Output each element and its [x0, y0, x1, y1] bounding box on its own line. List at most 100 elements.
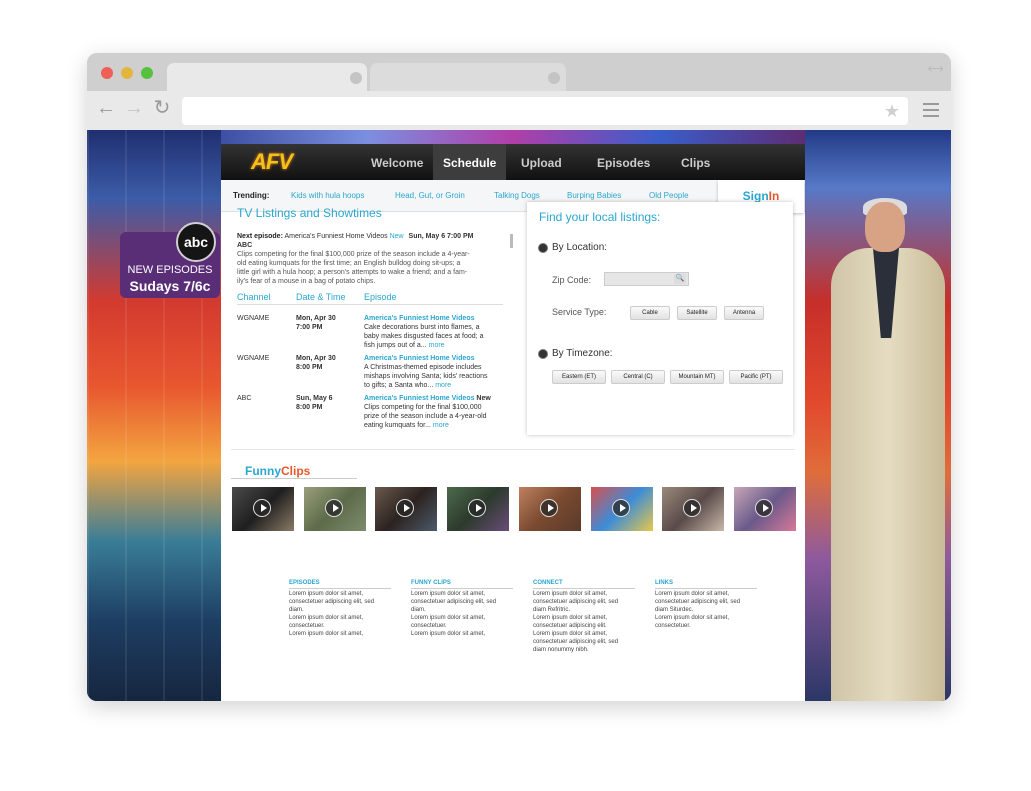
trending-link[interactable]: Old People: [649, 191, 689, 200]
timezone-mountain-button[interactable]: Mountain MT): [670, 370, 724, 384]
footer-line: consectetuer adipiscing elit.: [533, 623, 607, 629]
row-desc-line: A Christmas-themed episode includes: [364, 364, 482, 371]
nav-upload[interactable]: Upload: [511, 144, 572, 180]
trending-link[interactable]: Talking Dogs: [494, 191, 540, 200]
next-episode-label: Next episode:: [237, 233, 283, 240]
next-episode-show: America's Funniest Home Videos: [284, 233, 388, 240]
browser-window: ⤢ ← → ↻ ★ abc NEW EPISODES Sudays 7/6c A…: [87, 53, 951, 701]
more-link[interactable]: more: [433, 422, 449, 429]
clip-thumbnail[interactable]: [734, 487, 796, 531]
row-episode: America's Funniest Home Videos New Clips…: [364, 394, 509, 430]
maximize-window-button[interactable]: [141, 67, 153, 79]
promo-line-1: NEW EPISODES: [127, 264, 213, 276]
row-channel: ABC: [237, 395, 252, 402]
by-location-radio[interactable]: [539, 244, 547, 252]
timezone-eastern-button[interactable]: Eastern (ET): [552, 370, 606, 384]
listings-scrollbar[interactable]: [510, 234, 513, 248]
footer-rule: [655, 588, 757, 589]
row-episode-link[interactable]: America's Funniest Home Videos: [364, 355, 474, 362]
browser-tab-active[interactable]: [167, 63, 367, 91]
col-header-channel: Channel: [237, 292, 271, 302]
browser-tab-bar: ⤢: [87, 53, 951, 91]
address-bar[interactable]: ★: [182, 97, 908, 125]
service-satellite-button[interactable]: Satellite: [677, 306, 717, 320]
col-header-date: Date & Time: [296, 292, 346, 302]
local-listings-title: Find your local listings:: [539, 210, 661, 224]
nav-schedule[interactable]: Schedule: [433, 144, 507, 180]
zip-code-input[interactable]: 🔍: [604, 272, 689, 286]
service-antenna-button[interactable]: Antenna: [724, 306, 764, 320]
nav-episodes[interactable]: Episodes: [587, 144, 660, 180]
back-arrow-icon[interactable]: ←: [95, 97, 117, 119]
footer-line: Lorem ipsum dolor sit amet,: [533, 615, 608, 621]
hamburger-menu-icon[interactable]: [923, 103, 939, 117]
row-channel: WGNAME: [237, 355, 270, 362]
footer-line: diam Refritric.: [533, 607, 571, 613]
trending-link[interactable]: Kids with hula hoops: [291, 191, 364, 200]
refresh-icon[interactable]: ↻: [151, 97, 173, 119]
row-desc-line: prize of the season include a 4-year-old: [364, 413, 487, 420]
play-icon[interactable]: [396, 499, 414, 517]
play-icon[interactable]: [325, 499, 343, 517]
play-icon[interactable]: [253, 499, 271, 517]
play-icon[interactable]: [612, 499, 630, 517]
row-desc-line: Cake decorations burst into flames, a: [364, 324, 480, 331]
footer-rule: [411, 588, 513, 589]
search-icon[interactable]: 🔍: [674, 274, 686, 284]
next-episode-new: New: [389, 233, 404, 240]
minimize-window-button[interactable]: [121, 67, 133, 79]
next-episode-description: Clips competing for the final $100,000 p…: [237, 250, 507, 286]
row-episode: America's Funniest Home Videos A Christm…: [364, 354, 509, 390]
play-icon[interactable]: [683, 499, 701, 517]
footer-line: consectetuer.: [289, 623, 325, 629]
timezone-central-button[interactable]: Central (C): [611, 370, 665, 384]
footer-heading[interactable]: EPISODES: [289, 580, 320, 586]
clip-thumbnail[interactable]: [232, 487, 294, 531]
footer-text: Lorem ipsum dolor sit amet, consectetuer…: [655, 590, 765, 630]
nav-welcome[interactable]: Welcome: [361, 144, 433, 180]
row-time: 8:00 PM: [296, 364, 323, 371]
more-link[interactable]: more: [429, 342, 445, 349]
sign-in-text-2: In: [768, 189, 780, 203]
footer-line: consectetuer adipiscing elit, sed: [411, 599, 497, 605]
row-desc-line: mishaps involving Santa; kids' reactions: [364, 373, 488, 380]
footer-heading[interactable]: CONNECT: [533, 580, 563, 586]
nav-clips[interactable]: Clips: [671, 144, 720, 180]
footer-heading[interactable]: FUNNY CLIPS: [411, 580, 451, 586]
local-listings-panel: Find your local listings: By Location: Z…: [527, 202, 793, 435]
row-desc-line: Clips competing for the final $100,000: [364, 404, 482, 411]
row-episode-link[interactable]: America's Funniest Home Videos: [364, 395, 474, 402]
desc-line: ily's fear of a mouse in a bag of potato…: [237, 278, 376, 285]
afv-logo[interactable]: AFV: [251, 149, 293, 175]
footer-line: diam nonummy nibh.: [533, 647, 589, 653]
clip-thumbnail[interactable]: [591, 487, 653, 531]
footer-line: diam.: [411, 607, 426, 613]
clip-thumbnail[interactable]: [304, 487, 366, 531]
play-icon[interactable]: [540, 499, 558, 517]
fullscreen-icon[interactable]: ⤢: [924, 58, 947, 81]
clip-thumbnail[interactable]: [519, 487, 581, 531]
close-window-button[interactable]: [101, 67, 113, 79]
listings-title: TV Listings and Showtimes: [237, 206, 382, 220]
footer-line: consectetuer.: [655, 623, 691, 629]
forward-arrow-icon[interactable]: →: [123, 97, 145, 119]
clip-thumbnail[interactable]: [375, 487, 437, 531]
row-episode-link[interactable]: America's Funniest Home Videos: [364, 315, 474, 322]
play-icon[interactable]: [755, 499, 773, 517]
row-desc-line: to gifts; a Santa who...: [364, 382, 434, 389]
by-timezone-radio[interactable]: [539, 350, 547, 358]
timezone-pacific-button[interactable]: Pacific (PT): [729, 370, 783, 384]
browser-tab-inactive[interactable]: [370, 63, 566, 91]
service-cable-button[interactable]: Cable: [630, 306, 670, 320]
footer-heading[interactable]: LINKS: [655, 580, 673, 586]
clip-thumbnail[interactable]: [662, 487, 724, 531]
promo-badge: abc NEW EPISODES Sudays 7/6c: [120, 222, 220, 298]
trending-link[interactable]: Burping Babies: [567, 191, 621, 200]
star-icon[interactable]: ★: [884, 101, 900, 121]
footer-line: diam.: [289, 607, 304, 613]
clip-thumbnail[interactable]: [447, 487, 509, 531]
play-icon[interactable]: [468, 499, 486, 517]
by-location-label: By Location:: [552, 242, 608, 253]
trending-link[interactable]: Head, Gut, or Groin: [395, 191, 465, 200]
more-link[interactable]: more: [435, 382, 451, 389]
